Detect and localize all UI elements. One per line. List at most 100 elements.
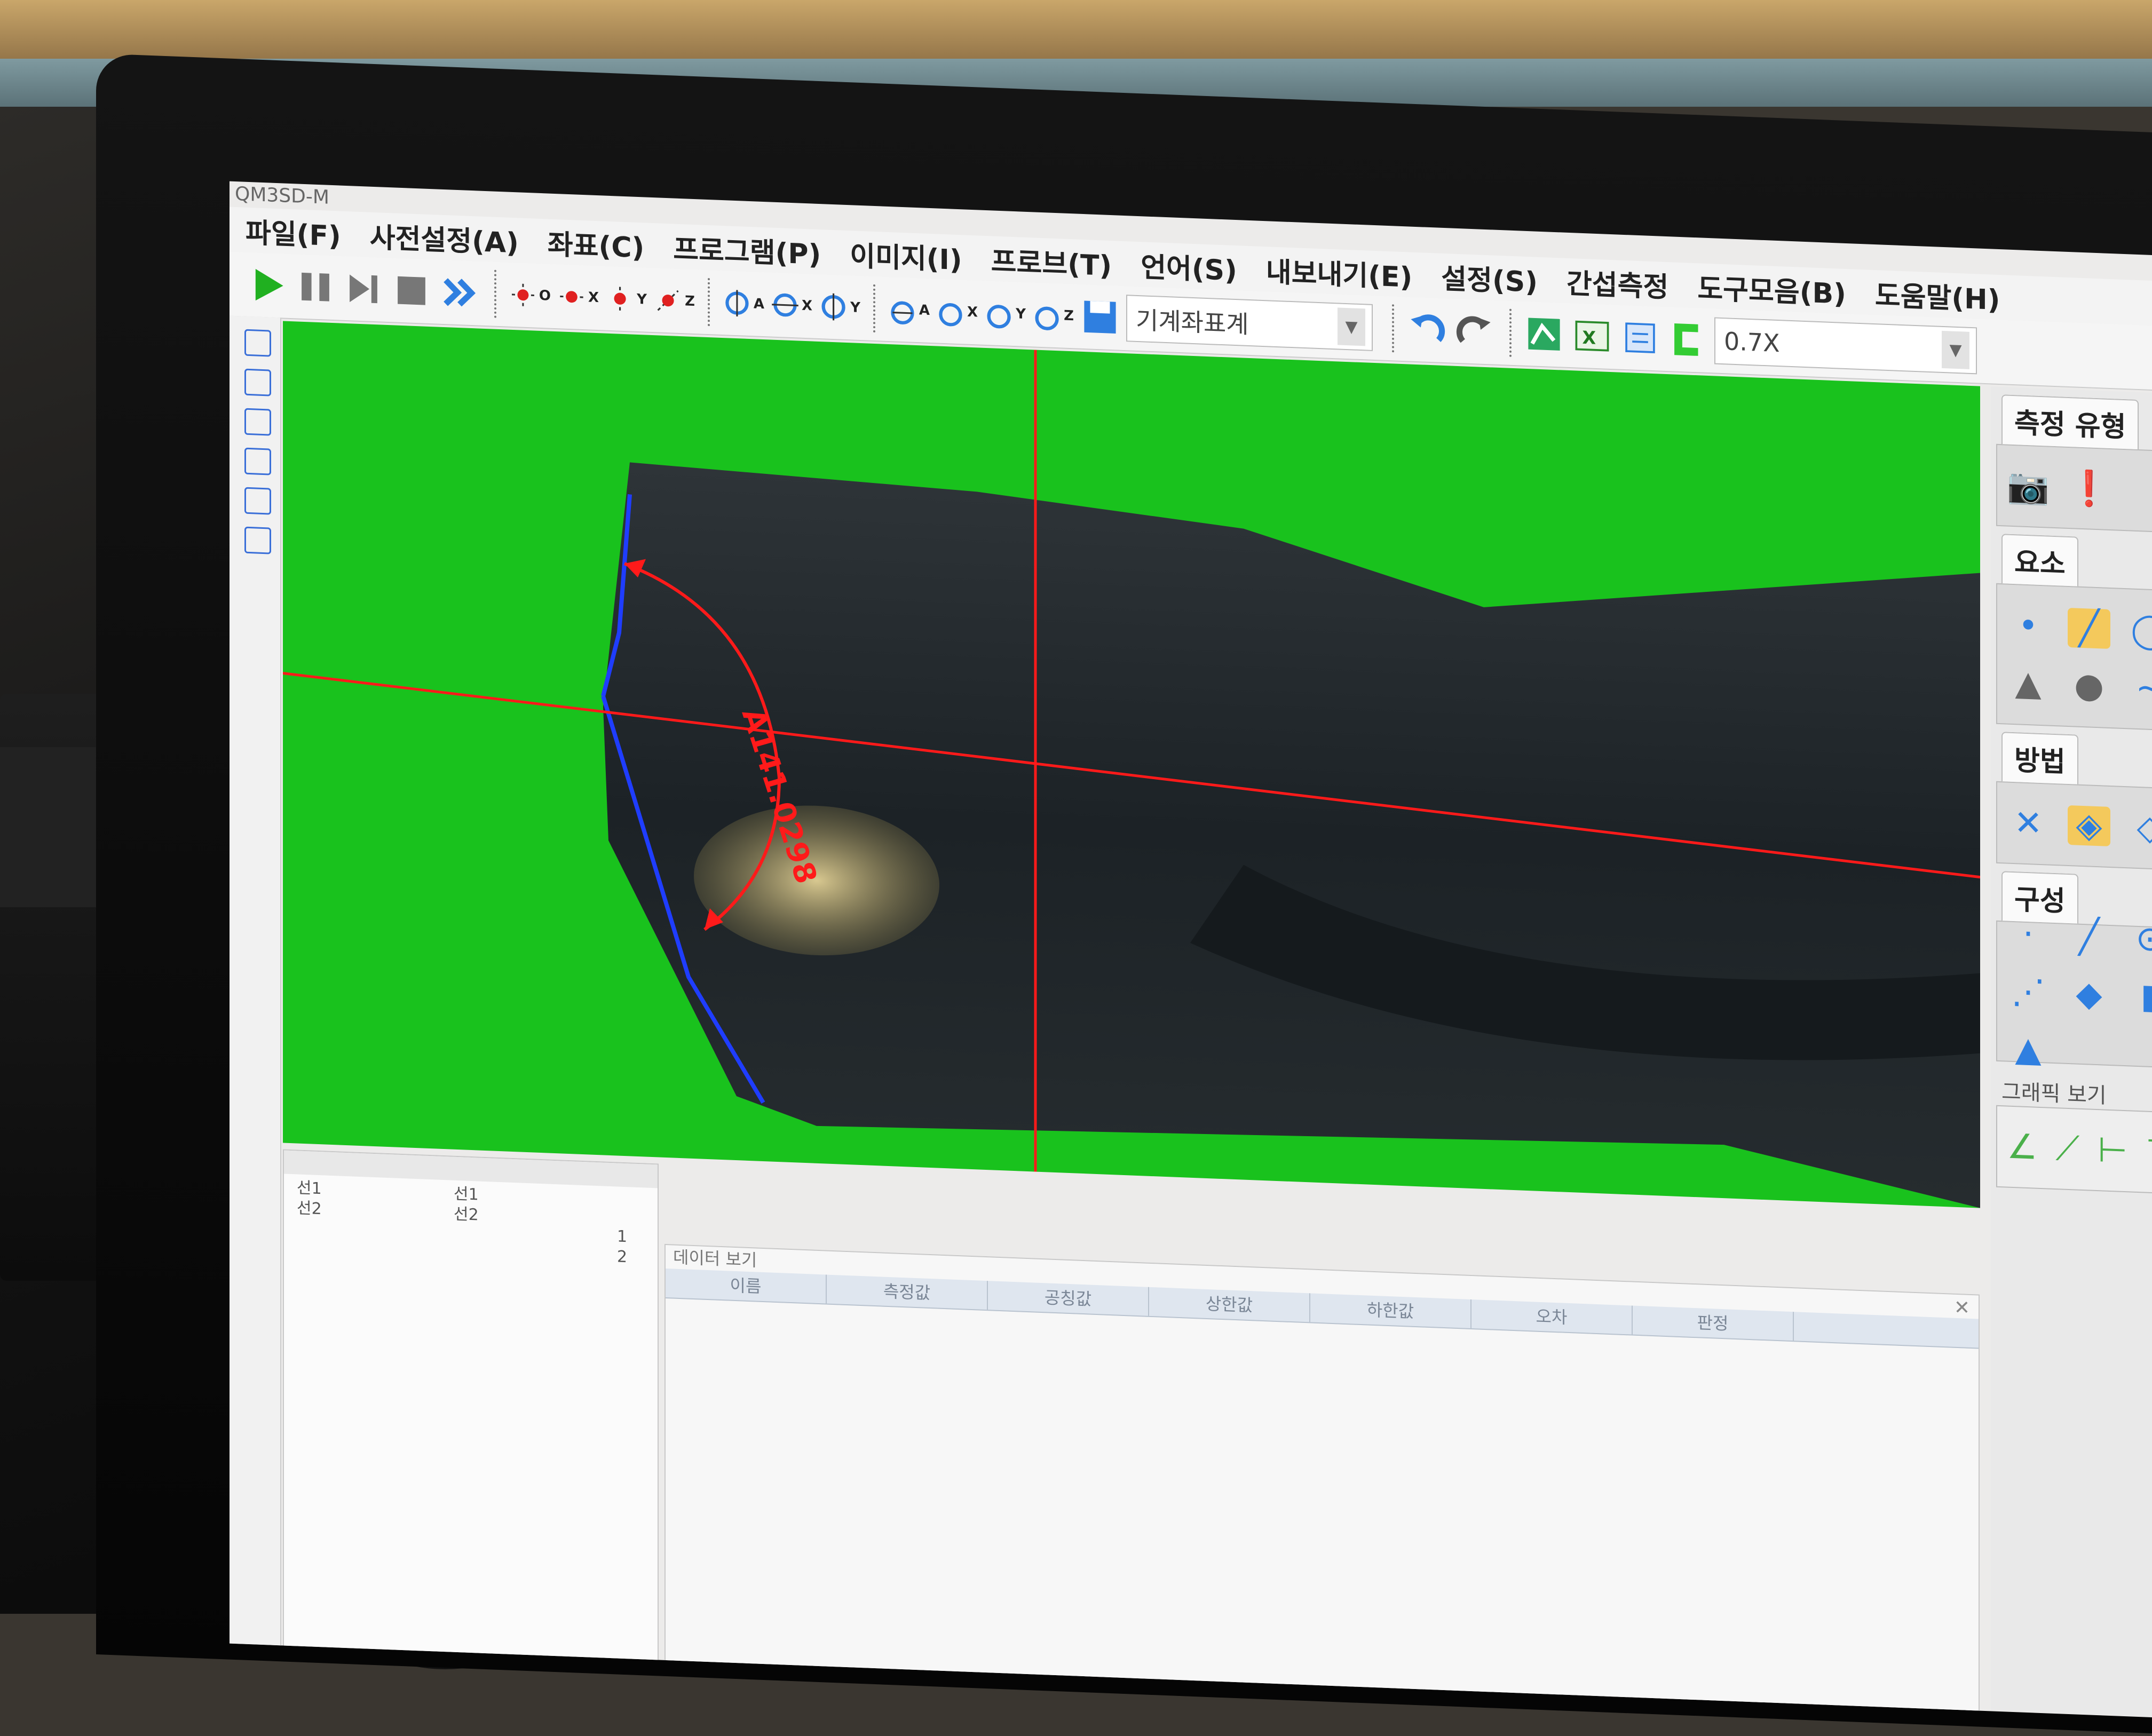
tool-strip-icon[interactable] (244, 408, 271, 436)
tab-method[interactable]: 방법 (2001, 732, 2078, 784)
tool-strip-icon[interactable] (244, 447, 271, 475)
probe-icon[interactable]: ❗ (2068, 467, 2110, 509)
menu-image[interactable]: 이미지(I) (839, 233, 980, 278)
column-header[interactable]: 하한값 (1310, 1293, 1471, 1328)
menu-language[interactable]: 언어(S) (1130, 244, 1255, 289)
data-view-panel: 데이터 보기 ✕ 이름 측정값 공칭값 상한값 하한값 오차 판정 (664, 1243, 1980, 1713)
coordinate-system-value: 기계좌표계 (1136, 305, 1249, 339)
coordinate-system-select[interactable]: 기계좌표계 ▼ (1126, 295, 1373, 351)
menu-presets[interactable]: 사전설정(A) (359, 214, 537, 261)
step-button[interactable] (342, 265, 385, 313)
left-tool-strip (230, 315, 281, 1646)
column-header[interactable]: 이름 (666, 1268, 827, 1304)
construct-point-icon[interactable]: · (2007, 914, 2050, 955)
rotate-y-icon (821, 293, 845, 321)
align-axis-icon (891, 301, 914, 324)
save-button[interactable] (1078, 293, 1122, 342)
x-label: X (588, 289, 599, 306)
horizontal-dim-icon[interactable]: ⊢ (2098, 1130, 2127, 1171)
rx-label: X (801, 297, 812, 314)
menu-file[interactable]: 파일(F) (235, 209, 359, 254)
construct-cylinder-icon[interactable]: ▮ (2129, 976, 2152, 1017)
toolbar-separator (708, 278, 712, 327)
zoom-select[interactable]: 0.7X ▼ (1714, 317, 1977, 375)
tab-measure-type[interactable]: 측정 유형 (2001, 394, 2139, 450)
graph-button[interactable] (1522, 310, 1566, 359)
ry-label: Y (850, 299, 860, 316)
menu-interference[interactable]: 간섭측정 (1556, 260, 1687, 305)
distance-dim-icon[interactable]: ⟋ (2055, 1129, 2079, 1169)
tab-element[interactable]: 요소 (2001, 534, 2078, 586)
rotate-a-button[interactable]: A (721, 279, 764, 328)
line-icon[interactable]: ╱ (2068, 607, 2110, 649)
play-icon (255, 268, 283, 301)
column-header[interactable]: 판정 (1633, 1305, 1794, 1341)
menu-program[interactable]: 프로그램(P) (662, 226, 839, 273)
construct-plane-icon[interactable]: ◆ (2068, 974, 2110, 1015)
align-z-label: Z (1064, 307, 1074, 324)
tool-strip-icon[interactable] (244, 526, 271, 554)
y-point-icon (614, 287, 626, 311)
report-button[interactable] (1618, 314, 1662, 362)
construct-line-icon[interactable]: ╱ (2068, 916, 2110, 957)
pause-button[interactable] (294, 263, 337, 311)
report-icon (1625, 322, 1655, 353)
redo-button[interactable] (1453, 307, 1497, 356)
construct-arc-icon[interactable]: ⋰ (2007, 972, 2050, 1013)
curve-icon[interactable]: ∼ (2129, 668, 2152, 709)
undo-button[interactable] (1405, 305, 1449, 354)
manual-edge-icon[interactable]: ◇ (2129, 807, 2152, 849)
camera-view[interactable]: A141.0298 (283, 321, 1980, 1208)
z-point-icon (657, 290, 679, 311)
column-header[interactable]: 상한값 (1149, 1287, 1310, 1322)
align-z-button[interactable]: Z (1030, 291, 1074, 339)
z-label: Z (685, 293, 695, 310)
menu-coordinates[interactable]: 좌표(C) (537, 221, 662, 266)
point-icon[interactable]: • (2007, 606, 2050, 647)
menu-toolbars[interactable]: 도구모음(B) (1687, 265, 1864, 312)
chevron-down-icon: ▼ (1338, 307, 1365, 346)
align-x-button[interactable]: X (934, 287, 978, 336)
menu-export[interactable]: 내보내기(E) (1255, 249, 1430, 296)
stop-icon (398, 276, 425, 305)
undo-icon (1411, 314, 1445, 342)
column-header[interactable]: 공칭값 (988, 1281, 1149, 1316)
set-x-origin-button[interactable]: X (555, 273, 599, 321)
column-header[interactable]: 오차 (1471, 1299, 1633, 1335)
construct-tools: · ╱ ⊙ ⋰ ◆ ▮ ▲ (1996, 915, 2152, 1071)
stop-button[interactable] (390, 266, 433, 315)
menu-settings[interactable]: 설정(S) (1430, 256, 1556, 300)
rotate-y-button[interactable]: Y (817, 283, 860, 331)
set-z-origin-button[interactable]: Z (651, 276, 695, 325)
excel-export-button[interactable]: X (1570, 312, 1614, 360)
tool-strip-icon[interactable] (244, 329, 271, 357)
circle-icon[interactable]: ◯ (2129, 610, 2152, 651)
excel-icon: X (1575, 320, 1609, 352)
auto-edge-icon[interactable]: ◈ (2068, 805, 2110, 846)
menu-help[interactable]: 도움말(H) (1864, 272, 2019, 318)
angle-dim-icon[interactable]: ∠ (2007, 1127, 2037, 1168)
construct-circle-icon[interactable]: ⊙ (2129, 918, 2152, 960)
construct-cone-icon[interactable]: ▲ (2007, 1029, 2050, 1071)
play-button[interactable] (246, 261, 289, 310)
sphere-icon[interactable]: ● (2068, 665, 2110, 707)
fast-forward-button[interactable] (438, 268, 481, 317)
align-a-label: A (919, 302, 930, 319)
tool-strip-icon[interactable] (244, 487, 271, 515)
origin-label: O (539, 287, 551, 304)
align-a-button[interactable]: A (886, 286, 930, 334)
align-y-button[interactable]: Y (982, 289, 1026, 338)
column-header[interactable]: 측정값 (827, 1274, 988, 1310)
camera-icon[interactable]: 📷 (2007, 465, 2050, 507)
set-origin-button[interactable]: O (507, 271, 551, 320)
cad-button[interactable] (1666, 315, 1710, 364)
rotate-x-button[interactable]: X (769, 281, 812, 329)
set-y-origin-button[interactable]: Y (603, 274, 647, 323)
menu-probe[interactable]: 프로브(T) (980, 238, 1130, 284)
cone-icon[interactable]: ▲ (2007, 663, 2050, 704)
close-icon[interactable]: ✕ (1954, 1297, 1970, 1319)
svg-text:X: X (1583, 327, 1596, 348)
vertical-dim-icon[interactable]: ⊤ (2146, 1132, 2152, 1173)
tool-strip-icon[interactable] (244, 368, 271, 397)
edge-detect-icon[interactable]: ✕ (2007, 803, 2050, 844)
